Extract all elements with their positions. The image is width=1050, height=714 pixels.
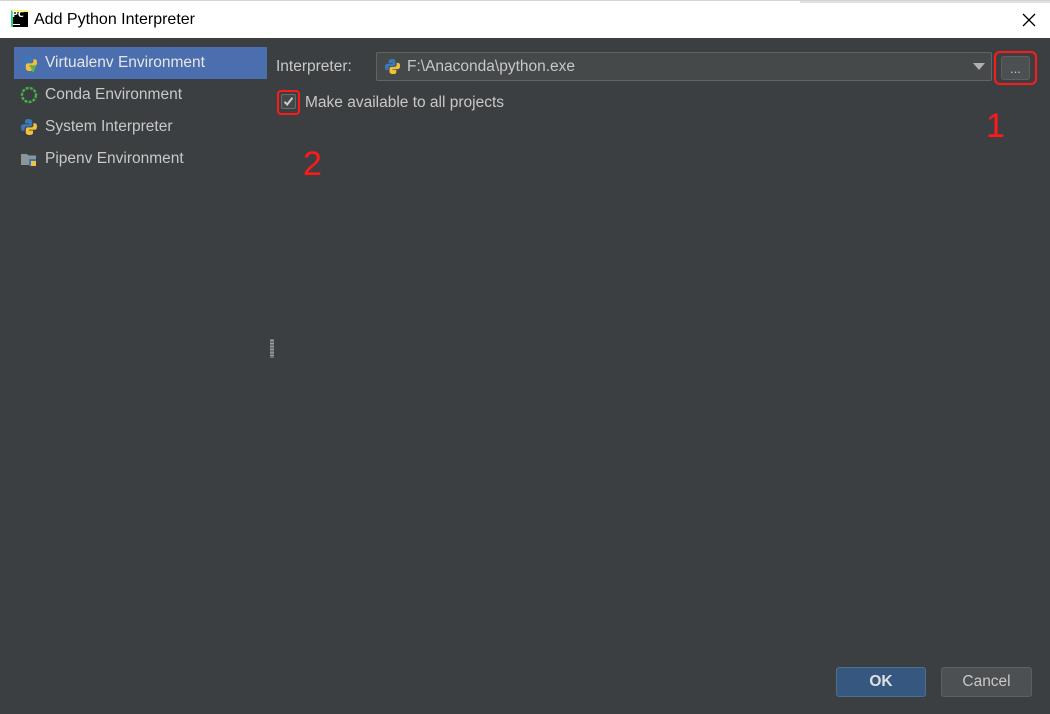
title-bar: PC Add Python Interpreter xyxy=(0,0,1050,38)
checkmark-icon xyxy=(283,97,294,107)
environment-type-list: Virtualenv Environment Conda Environment… xyxy=(14,47,267,175)
sidebar-item-label: System Interpreter xyxy=(45,118,173,135)
pipenv-icon xyxy=(21,154,36,166)
python-icon xyxy=(384,58,401,75)
python-icon xyxy=(21,119,37,135)
sidebar-item-label: Virtualenv Environment xyxy=(45,54,205,71)
sidebar-item-system-interpreter[interactable]: System Interpreter xyxy=(14,111,267,143)
make-available-label[interactable]: Make available to all projects xyxy=(305,93,504,113)
interpreter-path-value: F:\Anaconda\python.exe xyxy=(407,58,576,75)
window-title: Add Python Interpreter xyxy=(34,11,195,28)
title-bar-accent xyxy=(800,1,1050,3)
annotation-number-2: 2 xyxy=(303,145,322,183)
splitter-handle[interactable] xyxy=(270,339,274,358)
virtualenv-icon xyxy=(21,55,37,72)
sidebar-item-virtualenv[interactable]: Virtualenv Environment xyxy=(14,47,267,79)
pycharm-app-icon: PC xyxy=(11,10,28,27)
app-icon-text: PC xyxy=(12,10,24,19)
annotation-box-browse xyxy=(994,51,1037,85)
cancel-button[interactable]: Cancel xyxy=(941,667,1032,697)
chevron-down-icon[interactable] xyxy=(973,63,985,70)
close-icon xyxy=(1022,13,1036,27)
ok-button[interactable]: OK xyxy=(836,667,926,697)
close-button[interactable] xyxy=(1014,6,1044,34)
conda-icon xyxy=(20,86,38,104)
interpreter-combobox[interactable]: F:\Anaconda\python.exe xyxy=(376,52,992,81)
interpreter-label: Interpreter: xyxy=(276,58,352,75)
sidebar-item-conda[interactable]: Conda Environment xyxy=(14,79,267,111)
sidebar-item-label: Conda Environment xyxy=(45,86,182,103)
sidebar-item-label: Pipenv Environment xyxy=(45,150,184,167)
make-available-checkbox[interactable] xyxy=(281,94,296,109)
sidebar-item-pipenv[interactable]: Pipenv Environment xyxy=(14,143,267,175)
annotation-number-1: 1 xyxy=(986,107,1005,145)
